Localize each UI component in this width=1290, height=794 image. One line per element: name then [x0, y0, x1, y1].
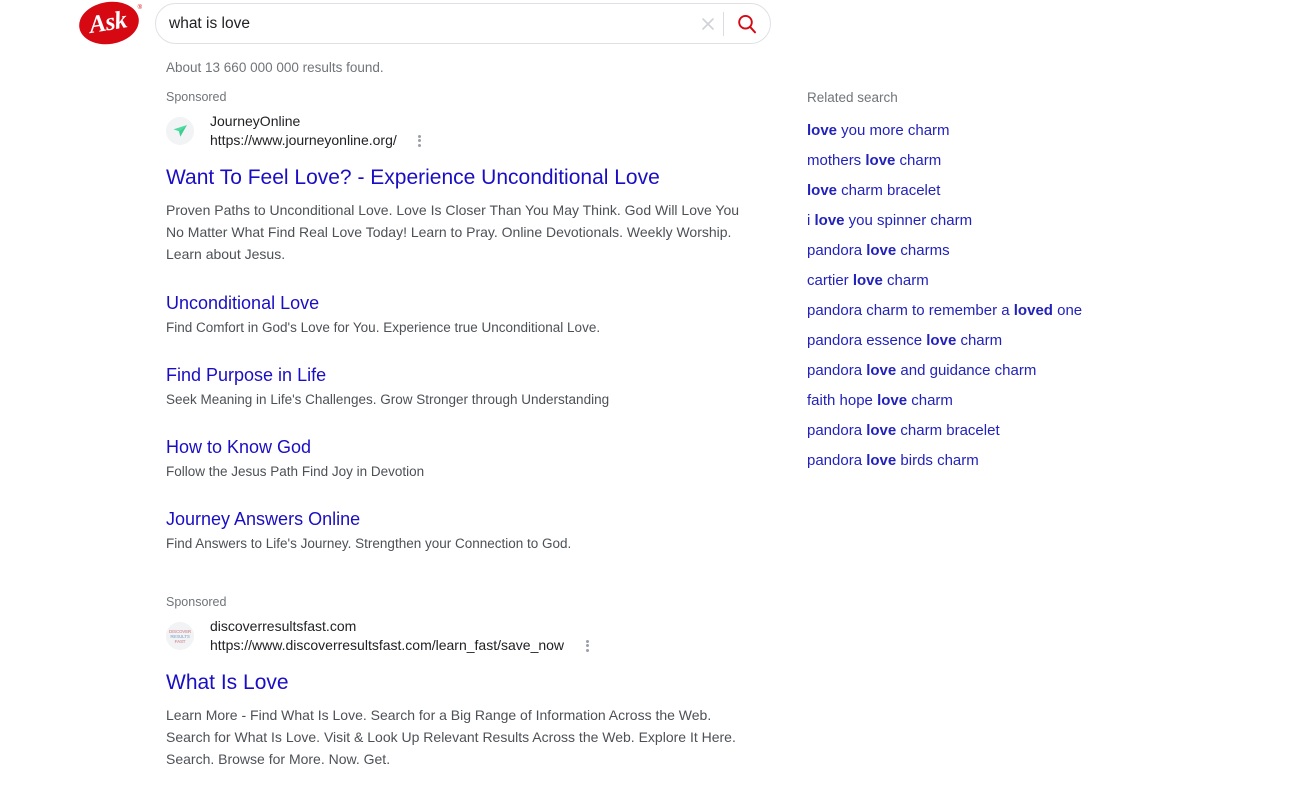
search-icon: [738, 14, 756, 33]
search-results-page: Ask ® About 13 660 000 000 results found…: [0, 0, 1290, 794]
ad-site-info: JourneyOnline https://www.journeyonline.…: [210, 112, 427, 150]
related-search-item[interactable]: pandora love charms: [807, 241, 1227, 261]
sitelink-title[interactable]: How to Know God: [166, 435, 766, 459]
results-count: About 13 660 000 000 results found.: [166, 60, 384, 75]
related-item-suffix: one: [1052, 302, 1083, 319]
related-item-suffix: you more charm: [837, 122, 950, 139]
related-item-highlight: love: [866, 422, 897, 439]
sitelink-description: Seek Meaning in Life's Challenges. Grow …: [166, 392, 610, 407]
related-item-suffix: you spinner charm: [844, 212, 973, 229]
ad-sitelink-4: Journey Answers Online Find Answers to L…: [166, 507, 766, 553]
related-item-highlight: love: [877, 392, 908, 409]
related-item-prefix: pandora: [807, 452, 867, 469]
related-item-prefix: cartier: [807, 272, 853, 289]
sitelink-title[interactable]: Unconditional Love: [166, 291, 766, 315]
related-search-item[interactable]: i love you spinner charm: [807, 211, 1227, 231]
paper-plane-icon: [166, 117, 194, 145]
sitelink-description: Follow the Jesus Path Find Joy in Devoti…: [166, 464, 425, 479]
related-item-prefix: i: [807, 212, 815, 229]
related-search-item[interactable]: pandora love and guidance charm: [807, 361, 1227, 381]
favicon-line-3: FAST: [174, 638, 186, 644]
related-item-prefix: pandora essence: [807, 332, 927, 349]
related-item-highlight: loved: [1013, 302, 1053, 319]
related-item-prefix: pandora: [807, 242, 867, 259]
ad-url-row: https://www.journeyonline.org/: [210, 131, 427, 150]
sponsored-ad-2: Sponsored DISCOVER RESULTS FAST discover…: [166, 595, 766, 794]
related-item-highlight: love: [807, 182, 838, 199]
registered-mark-icon: ®: [137, 5, 142, 11]
related-item-prefix: faith hope: [807, 392, 878, 409]
related-item-suffix: charms: [896, 242, 950, 259]
ad-sitelink-3: How to Know God Follow the Jesus Path Fi…: [166, 435, 766, 481]
related-item-suffix: birds charm: [896, 452, 979, 469]
related-search-item[interactable]: pandora charm to remember a loved one: [807, 301, 1227, 321]
ad-site-name: discoverresultsfast.com: [210, 618, 357, 634]
ad-options-kebab-icon[interactable]: [413, 134, 427, 148]
related-search-list: love you more charm mothers love charm lov…: [807, 121, 1227, 471]
ad-sitelink-1: Unconditional Love Find Comfort in God's…: [166, 291, 766, 337]
related-item-highlight: love: [852, 272, 883, 289]
logo-wordmark: Ask: [87, 6, 129, 39]
related-search-item[interactable]: pandora love charm bracelet: [807, 421, 1227, 441]
related-item-prefix: mothers: [807, 152, 866, 169]
related-item-highlight: love: [865, 152, 896, 169]
related-item-highlight: love: [814, 212, 845, 229]
related-item-suffix: charm: [956, 332, 1003, 349]
related-item-highlight: love: [866, 242, 897, 259]
results-column: Sponsored JourneyOnline https://www.jour…: [166, 90, 766, 794]
close-icon: [702, 17, 714, 30]
ask-logo[interactable]: Ask ®: [76, 0, 142, 49]
sitelink-title[interactable]: Journey Answers Online: [166, 507, 766, 531]
related-search-panel: Related search love you more charm mother…: [807, 90, 1227, 481]
related-item-prefix: pandora: [807, 362, 867, 379]
related-search-title: Related search: [807, 90, 898, 105]
sponsored-label: Sponsored: [166, 595, 227, 609]
related-item-highlight: love: [866, 452, 897, 469]
ad-site-info: discoverresultsfast.com https://www.disc…: [210, 617, 594, 655]
search-input[interactable]: [156, 4, 693, 43]
sponsored-label: Sponsored: [166, 90, 227, 104]
ad-description: Learn More - Find What Is Love. Search f…: [166, 707, 736, 767]
related-item-highlight: love: [866, 362, 897, 379]
ad-site-name: JourneyOnline: [210, 113, 301, 129]
related-item-suffix: charm bracelet: [837, 182, 941, 199]
page-header: Ask ® About 13 660 000 000 results found…: [0, 0, 1290, 75]
related-item-highlight: love: [926, 332, 957, 349]
ad-headline-link[interactable]: Want To Feel Love? - Experience Uncondit…: [166, 164, 766, 191]
ad-headline-link[interactable]: What Is Love: [166, 669, 766, 696]
related-search-item[interactable]: pandora love birds charm: [807, 451, 1227, 471]
related-item-suffix: charm bracelet: [896, 422, 1000, 439]
ad-site-url: https://www.journeyonline.org/: [210, 132, 397, 148]
sponsored-ad-1: Sponsored JourneyOnline https://www.jour…: [166, 90, 766, 553]
related-search-item[interactable]: love you more charm: [807, 121, 1227, 141]
related-search-item[interactable]: pandora essence love charm: [807, 331, 1227, 351]
paper-plane-glyph: [173, 125, 187, 137]
related-search-item[interactable]: love charm bracelet: [807, 181, 1227, 201]
related-item-suffix: and guidance charm: [896, 362, 1037, 379]
sitelink-title[interactable]: Find Purpose in Life: [166, 363, 766, 387]
ad-site-url: https://www.discoverresultsfast.com/lear…: [210, 637, 565, 653]
discoverresultsfast-logo-icon: DISCOVER RESULTS FAST: [166, 622, 194, 650]
sitelink-description: Find Answers to Life's Journey. Strength…: [166, 536, 572, 551]
search-bar[interactable]: [155, 3, 771, 44]
ad-site-row: DISCOVER RESULTS FAST discoverresultsfas…: [166, 617, 766, 655]
related-search-item[interactable]: faith hope love charm: [807, 391, 1227, 411]
related-item-prefix: pandora charm to remember a: [807, 302, 1014, 319]
related-search-item[interactable]: cartier love charm: [807, 271, 1227, 291]
related-item-suffix: charm: [895, 152, 942, 169]
ad-options-kebab-icon[interactable]: [580, 639, 594, 653]
search-submit-button[interactable]: [724, 4, 770, 43]
ad-sitelink-2: Find Purpose in Life Seek Meaning in Lif…: [166, 363, 766, 409]
ad-url-row: https://www.discoverresultsfast.com/lear…: [210, 636, 594, 655]
ad-description: Proven Paths to Unconditional Love. Love…: [166, 202, 740, 262]
clear-search-button[interactable]: [693, 4, 723, 43]
related-item-suffix: charm: [882, 272, 929, 289]
related-search-item[interactable]: mothers love charm: [807, 151, 1227, 171]
related-item-highlight: love: [807, 122, 838, 139]
favicon-text: DISCOVER RESULTS FAST: [169, 629, 191, 644]
related-item-suffix: charm: [907, 392, 953, 409]
sitelink-description: Find Comfort in God's Love for You. Expe…: [166, 320, 601, 335]
related-item-prefix: pandora: [807, 422, 867, 439]
ad-site-row: JourneyOnline https://www.journeyonline.…: [166, 112, 766, 150]
